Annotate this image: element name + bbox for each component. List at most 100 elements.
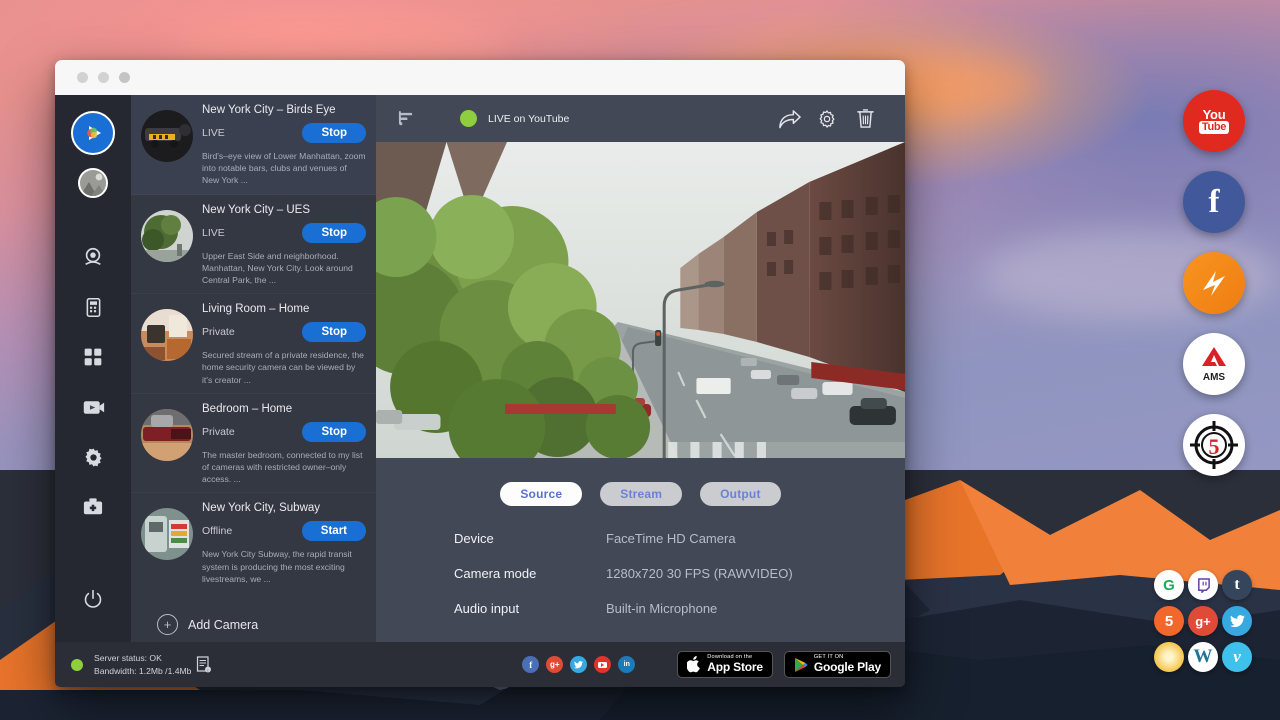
- shortcut-label: t: [1234, 576, 1239, 594]
- camera-thumbnail: [141, 210, 193, 262]
- sidebar-item-player[interactable]: [68, 382, 118, 432]
- social-label: g+: [550, 660, 560, 669]
- webcam-icon: [82, 246, 104, 268]
- source-details: Device FaceTime HD Camera Camera mode 12…: [376, 506, 905, 636]
- window-titlebar[interactable]: [55, 60, 905, 95]
- shortcut-twitch[interactable]: [1188, 570, 1218, 600]
- store-name: App Store: [707, 661, 763, 674]
- camera-list-item[interactable]: Bedroom – Home Private Stop The master b…: [131, 394, 376, 494]
- power-icon: [83, 589, 103, 609]
- share-icon[interactable]: [771, 104, 807, 134]
- footer-social-links[interactable]: f g+ in: [522, 656, 635, 673]
- tab-stream[interactable]: Stream: [600, 482, 682, 506]
- detail-key: Camera mode: [454, 566, 606, 581]
- youtube-top-label: You: [1199, 108, 1229, 122]
- detail-value: FaceTime HD Camera: [606, 531, 736, 546]
- social-facebook[interactable]: f: [522, 656, 539, 673]
- twitter-bird-icon: [1230, 615, 1245, 628]
- social-googleplus[interactable]: g+: [546, 656, 563, 673]
- tab-output[interactable]: Output: [700, 482, 781, 506]
- sidebar-item-support[interactable]: [68, 482, 118, 532]
- camera-list-item[interactable]: Living Room – Home Private Stop Secured …: [131, 294, 376, 394]
- camera-state: Offline: [202, 525, 232, 537]
- shortcut-label: 5: [1165, 613, 1173, 630]
- live-status-label: LIVE on YouTube: [488, 113, 569, 125]
- sidebar-item-settings[interactable]: [68, 432, 118, 482]
- sidebar-item-power[interactable]: [68, 574, 118, 624]
- ams-label: AMS: [1199, 373, 1229, 383]
- thumbnail-taxi-night: [141, 110, 193, 162]
- camera-action-button[interactable]: Stop: [302, 422, 366, 442]
- log-document-icon[interactable]: i: [196, 656, 212, 673]
- share-arrow-glyph: [778, 109, 801, 129]
- trash-icon[interactable]: [847, 104, 883, 134]
- google-play-badge[interactable]: GET IT ON Google Play: [784, 651, 891, 678]
- video-preview[interactable]: [376, 142, 905, 458]
- camera-description: Upper East Side and neighborhood. Manhat…: [202, 250, 366, 287]
- desktop-shortcut-cluster[interactable]: G t 5 g+ W v: [1154, 570, 1252, 672]
- shortcut-label: g+: [1195, 614, 1211, 629]
- dock-icon-five-target[interactable]: 5: [1183, 414, 1245, 476]
- social-twitter[interactable]: [570, 656, 587, 673]
- shortcut-grasshopper[interactable]: G: [1154, 570, 1184, 600]
- tab-source[interactable]: Source: [500, 482, 582, 506]
- detail-key: Device: [454, 531, 606, 546]
- minimize-button[interactable]: [98, 72, 109, 83]
- camera-title: Living Room – Home: [202, 303, 366, 315]
- first-aid-kit-icon: [82, 497, 104, 517]
- twitter-bird-icon: [574, 661, 583, 669]
- gear-icon: [83, 447, 104, 468]
- dock-icon-wowza[interactable]: [1183, 252, 1245, 314]
- shortcut-twitter[interactable]: [1222, 606, 1252, 636]
- camera-action-button[interactable]: Stop: [302, 322, 366, 342]
- shortcut-five[interactable]: 5: [1154, 606, 1184, 636]
- grid-icon: [83, 347, 103, 367]
- sort-icon[interactable]: [376, 110, 436, 127]
- camera-thumbnail: [141, 409, 193, 461]
- shortcut-wordpress[interactable]: W: [1188, 642, 1218, 672]
- desktop-dock[interactable]: You Tube f AMS: [1183, 90, 1245, 476]
- sidebar-item-camera[interactable]: [68, 232, 118, 282]
- camera-state: LIVE: [202, 127, 225, 139]
- camera-description: Bird's–eye view of Lower Manhattan, zoom…: [202, 150, 366, 187]
- user-avatar[interactable]: [78, 168, 108, 198]
- close-button[interactable]: [77, 72, 88, 83]
- store-name: Google Play: [814, 661, 881, 674]
- sidebar-item-grid[interactable]: [68, 332, 118, 382]
- detail-row-camera-mode: Camera mode 1280x720 30 FPS (RAWVIDEO): [454, 566, 905, 581]
- camera-thumbnail: [141, 508, 193, 560]
- zoom-button[interactable]: [119, 72, 130, 83]
- camera-list-item[interactable]: New York City – Birds Eye LIVE Stop Bird…: [131, 95, 376, 195]
- shortcut-vimeo[interactable]: v: [1222, 642, 1252, 672]
- camera-action-button[interactable]: Stop: [302, 123, 366, 143]
- dock-icon-adobe-ams[interactable]: AMS: [1183, 333, 1245, 395]
- plus-glyph: +: [164, 618, 172, 631]
- camera-state: Private: [202, 326, 235, 338]
- toolbar: LIVE on YouTube: [376, 95, 905, 142]
- camera-action-button[interactable]: Start: [302, 521, 366, 541]
- app-store-badges[interactable]: Download on the App Store GET IT ON Goog…: [677, 651, 891, 678]
- camera-action-button[interactable]: Stop: [302, 223, 366, 243]
- shortcut-label: W: [1194, 646, 1213, 668]
- social-label: f: [529, 660, 532, 670]
- social-youtube[interactable]: [594, 656, 611, 673]
- trash-glyph: [856, 108, 875, 129]
- camera-list-item[interactable]: New York City – UES LIVE Stop Upper East…: [131, 195, 376, 295]
- app-window: New York City – Birds Eye LIVE Stop Bird…: [55, 60, 905, 687]
- app-logo[interactable]: [71, 111, 115, 155]
- dock-icon-facebook[interactable]: f: [1183, 171, 1245, 233]
- add-camera-button[interactable]: + Add Camera: [131, 592, 376, 635]
- camera-list: New York City – Birds Eye LIVE Stop Bird…: [131, 95, 376, 642]
- sidebar-item-device[interactable]: [68, 282, 118, 332]
- shortcut-googleplus[interactable]: g+: [1188, 606, 1218, 636]
- dock-icon-youtube[interactable]: You Tube: [1183, 90, 1245, 152]
- gear-icon[interactable]: [809, 104, 845, 134]
- app-store-badge[interactable]: Download on the App Store: [677, 651, 773, 678]
- detail-row-audio-input: Audio input Built-in Microphone: [454, 601, 905, 616]
- video-frame: [376, 142, 905, 458]
- social-linkedin[interactable]: in: [618, 656, 635, 673]
- camera-title: New York City – UES: [202, 204, 366, 216]
- shortcut-flower[interactable]: [1154, 642, 1184, 672]
- camera-list-item[interactable]: New York City, Subway Offline Start New …: [131, 493, 376, 592]
- shortcut-tumblr[interactable]: t: [1222, 570, 1252, 600]
